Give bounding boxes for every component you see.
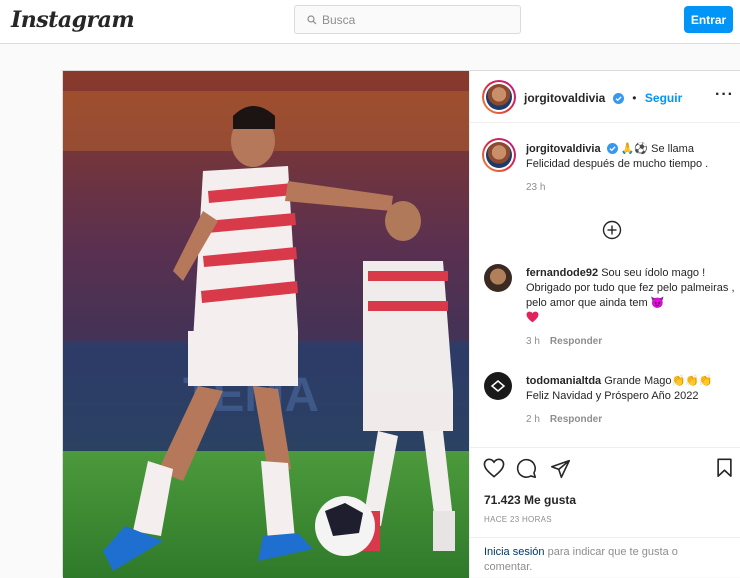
post-header: jorgitovaldivia • Seguir ···	[470, 71, 740, 123]
post-image: TEMA	[63, 71, 469, 578]
login-button[interactable]: Entrar	[684, 6, 733, 33]
commenter-username[interactable]: fernandode92	[526, 267, 598, 279]
search-icon	[307, 14, 317, 24]
post-timestamp[interactable]: HACE 23 HORAS	[484, 515, 552, 524]
author-avatar[interactable]	[482, 80, 516, 114]
caption-username[interactable]: jorgitovaldivia	[526, 143, 601, 155]
commenter-avatar[interactable]	[484, 264, 512, 292]
share-icon[interactable]	[550, 458, 571, 479]
author-username[interactable]: jorgitovaldivia	[524, 91, 605, 105]
likes-count[interactable]: 71.423 Me gusta	[484, 493, 576, 507]
reply-button[interactable]: Responder	[550, 414, 602, 425]
more-options-icon[interactable]: ···	[715, 86, 734, 104]
post-sidebar: jorgitovaldivia • Seguir ··· jorgitovald…	[469, 71, 740, 578]
search-input[interactable]	[322, 12, 492, 27]
comment-time[interactable]: 3 h	[526, 336, 540, 347]
red-heart-emoji-icon	[526, 311, 539, 323]
instagram-logo[interactable]: Instagram	[11, 7, 135, 33]
post-container: TEMA jorgitovaldivia • Seguir ··· jorgit…	[62, 70, 740, 578]
comments-section: jorgitovaldivia 🙏⚽ Se llama Felicidad de…	[470, 124, 740, 447]
verified-badge-icon	[606, 143, 618, 154]
login-prompt: Inicia sesión para indicar que te gusta …	[470, 537, 740, 575]
caption-avatar[interactable]	[482, 138, 516, 172]
comment-time[interactable]: 2 h	[526, 414, 540, 425]
save-bookmark-icon[interactable]	[716, 458, 733, 478]
reply-button[interactable]: Responder	[550, 336, 602, 347]
caption-text-1: 🙏⚽ Se llama	[620, 143, 694, 155]
login-link[interactable]: Inicia sesión	[484, 546, 545, 558]
follow-button[interactable]: Seguir	[645, 91, 682, 105]
verified-badge-icon	[612, 93, 624, 104]
load-more-comments-icon[interactable]	[602, 220, 622, 240]
commenter-avatar[interactable]	[484, 372, 512, 400]
post-actions: 71.423 Me gusta HACE 23 HORAS Inicia ses…	[470, 447, 740, 578]
diamond-logo-icon	[490, 380, 506, 392]
separator-dot: •	[632, 91, 637, 105]
comment-icon[interactable]	[516, 458, 537, 479]
like-heart-icon[interactable]	[483, 458, 505, 478]
search-box[interactable]	[294, 5, 521, 34]
caption-text-2: Felicidad después de mucho tiempo .	[526, 158, 709, 170]
caption-time[interactable]: 23 h	[526, 182, 545, 193]
top-navigation-bar: Instagram Entrar	[0, 0, 740, 44]
commenter-username[interactable]: todomanialtda	[526, 375, 601, 387]
post-photo[interactable]: TEMA	[63, 71, 469, 578]
